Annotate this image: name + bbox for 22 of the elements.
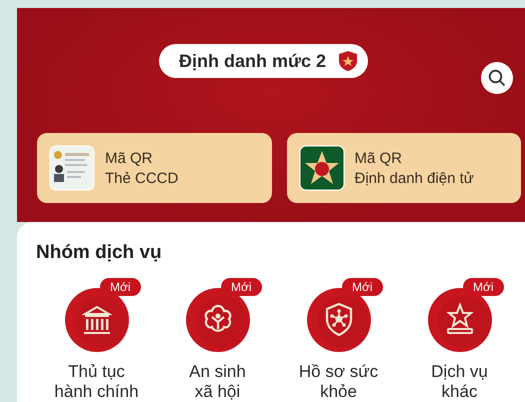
search-icon [488, 69, 506, 87]
new-badge: Mới [463, 278, 504, 296]
id-card-icon [49, 145, 95, 191]
identity-level-text: Định danh mức 2 [178, 50, 326, 72]
new-badge: Mới [342, 278, 383, 296]
service-label[interactable]: An sinh xã hội [189, 362, 246, 402]
service-label[interactable]: Hồ sơ sức khỏe [298, 362, 378, 402]
identity-level-badge[interactable]: Định danh mức 2 [158, 44, 368, 78]
card-title: Mã QR [354, 150, 404, 166]
star-emblem-icon [298, 145, 344, 191]
qr-code-card[interactable]: Mã QR Định danh điện tử [286, 133, 521, 203]
card-subtitle: Định danh điện tử [354, 170, 474, 186]
shield-star-icon [338, 50, 358, 72]
new-badge: Mới [221, 278, 262, 296]
new-badge: Mới [100, 278, 141, 296]
service-label[interactable]: Thủ tục hành chính [54, 362, 139, 402]
service-label[interactable]: Dịch vụ khác [431, 362, 488, 402]
qr-code-card[interactable]: Mã QR Thẻ CCCD [37, 133, 272, 203]
search-button[interactable] [481, 62, 513, 94]
card-title: Mã QR [105, 150, 154, 166]
section-title: Nhóm dịch vụ [36, 242, 163, 264]
card-subtitle: Thẻ CCCD [105, 170, 178, 186]
